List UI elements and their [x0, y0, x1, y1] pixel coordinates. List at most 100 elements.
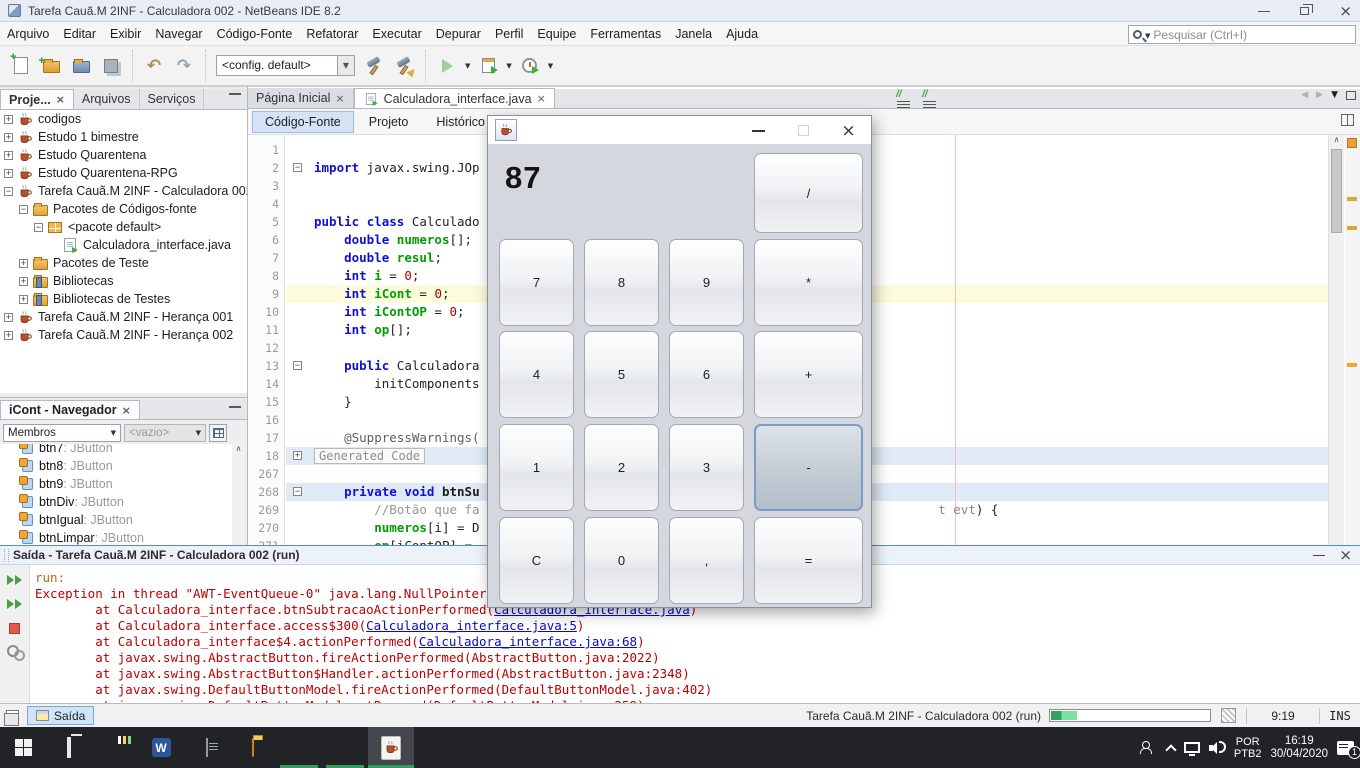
output-line[interactable]: Exception in thread "AWT-EventQueue-0" j… — [35, 586, 509, 602]
menu-ajuda[interactable]: Ajuda — [719, 24, 765, 44]
scroll-up-icon[interactable]: ∧ — [1329, 135, 1344, 147]
tree-item-estudo-quarentena[interactable]: +Estudo Quarentena — [0, 146, 247, 164]
expand-icon[interactable]: + — [4, 331, 13, 340]
menu-arquivo[interactable]: Arquivo — [0, 24, 56, 44]
clock[interactable]: 16:1930/04/2020 — [1270, 735, 1328, 761]
tab-arquivos[interactable]: Arquivos — [74, 89, 140, 109]
stacktrace-link[interactable]: Calculadora_interface.java:5 — [366, 618, 577, 633]
tree-item-calculadora-interface-java[interactable]: Calculadora_interface.java — [0, 236, 247, 254]
view-projeto[interactable]: Projeto — [356, 111, 422, 133]
collapse-icon[interactable]: − — [19, 205, 28, 214]
calc-button-minus[interactable]: - — [754, 424, 863, 511]
taskbar-word-button[interactable]: W — [138, 727, 184, 768]
fold-collapse-icon[interactable]: − — [293, 487, 302, 496]
tree-item-tarefa-cau-m-2inf-heran-a-002[interactable]: +Tarefa Cauã.M 2INF - Herança 002 — [0, 326, 247, 344]
calc-button-equals[interactable]: = — [754, 517, 863, 604]
tab-servi-os[interactable]: Serviços — [140, 89, 205, 109]
menu-equipe[interactable]: Equipe — [530, 24, 583, 44]
tree-item-tarefa-cau-m-2inf-calculadora-002[interactable]: −Tarefa Cauã.M 2INF - Calculadora 002 — [0, 182, 247, 200]
search-box[interactable]: ▼ — [1128, 25, 1356, 44]
output-line[interactable]: at Calculadora_interface$4.actionPerform… — [35, 634, 645, 650]
tray-expand-icon[interactable] — [1165, 744, 1176, 755]
close-icon[interactable]: × — [1339, 548, 1352, 563]
expand-icon[interactable]: + — [4, 115, 13, 124]
menu-c-digo-fonte[interactable]: Código-Fonte — [210, 24, 300, 44]
expand-icon[interactable]: + — [19, 277, 28, 286]
calc-button-plus[interactable]: + — [754, 331, 863, 418]
warning-mark[interactable] — [1347, 363, 1357, 367]
taskbar-firefox-button[interactable] — [276, 727, 322, 768]
navigator-minimize-icon[interactable] — [229, 406, 241, 408]
network-icon[interactable] — [1184, 742, 1200, 753]
error-badge-icon[interactable] — [1347, 138, 1357, 148]
scroll-tabs-left-icon[interactable]: ◀ — [1301, 90, 1308, 100]
search-dropdown-icon[interactable]: ▼ — [1145, 32, 1150, 40]
process-icon[interactable] — [1221, 708, 1236, 723]
run-dropdown-icon[interactable]: ▼ — [465, 62, 470, 70]
taskbar-java-app-button[interactable] — [368, 727, 414, 768]
tab-navigator[interactable]: iCont - Navegador × — [0, 400, 140, 419]
generated-code-fold[interactable]: Generated Code — [314, 448, 425, 464]
calc-button-3[interactable]: 3 — [669, 424, 744, 511]
warning-mark[interactable] — [1347, 226, 1357, 230]
member-item-btndiv[interactable]: btnDiv : JButton — [0, 493, 232, 511]
rerun-button[interactable] — [5, 571, 25, 589]
profile-dropdown-icon[interactable]: ▼ — [548, 62, 553, 70]
minimize-button[interactable] — [736, 116, 781, 145]
expand-icon[interactable]: + — [19, 295, 28, 304]
calc-button-2[interactable]: 2 — [584, 424, 659, 511]
close-icon[interactable]: × — [335, 92, 344, 105]
collapse-icon[interactable]: − — [34, 223, 43, 232]
settings-icon[interactable] — [5, 643, 25, 661]
redo-button[interactable]: ↷ — [170, 52, 198, 80]
close-icon[interactable]: × — [122, 404, 131, 417]
navigator-scrollbar[interactable]: ∧ — [232, 444, 245, 547]
maximize-button[interactable] — [781, 116, 826, 145]
tree-item-bibliotecas[interactable]: +Bibliotecas — [0, 272, 247, 290]
calc-button-multiply[interactable]: * — [754, 239, 863, 326]
calc-button-comma[interactable]: , — [669, 517, 744, 604]
calc-button-7[interactable]: 7 — [499, 239, 574, 326]
undo-button[interactable]: ↶ — [140, 52, 168, 80]
taskbar-start-button[interactable] — [0, 727, 46, 768]
calculator-window[interactable]: × 87 /789*456+123-C0,= — [487, 115, 872, 608]
collapse-icon[interactable]: − — [4, 187, 13, 196]
restore-icon[interactable] — [1300, 7, 1309, 15]
config-dropdown-icon[interactable]: ▼ — [338, 55, 355, 76]
output-line[interactable]: at Calculadora_interface.access$300(Calc… — [35, 618, 584, 634]
taskbar-netbeans-button[interactable] — [322, 727, 368, 768]
close-icon[interactable]: × — [1339, 4, 1352, 19]
member-item-btn9[interactable]: btn9 : JButton — [0, 475, 232, 493]
expand-icon[interactable]: + — [19, 259, 28, 268]
tab-output[interactable]: Saída — [27, 706, 94, 725]
calc-button-6[interactable]: 6 — [669, 331, 744, 418]
config-select[interactable]: <config. default> ▼ — [216, 55, 355, 76]
calc-button-4[interactable]: 4 — [499, 331, 574, 418]
scroll-up-icon[interactable]: ∧ — [232, 444, 245, 453]
taskbar-task-view-button[interactable] — [46, 727, 92, 768]
calculator-titlebar[interactable]: × — [488, 116, 871, 145]
tab-p-gina-inicial[interactable]: Página Inicial× — [248, 88, 354, 108]
minimize-icon[interactable] — [1258, 11, 1270, 12]
tree-item-pacote-default[interactable]: −<pacote default> — [0, 218, 247, 236]
language-indicator[interactable]: PORPTB2 — [1234, 736, 1262, 760]
menu-perfil[interactable]: Perfil — [488, 24, 530, 44]
output-line[interactable]: at javax.swing.AbstractButton$Handler.ac… — [35, 666, 690, 682]
menu-janela[interactable]: Janela — [668, 24, 719, 44]
sort-button[interactable] — [209, 424, 227, 442]
member-item-btn7[interactable]: btn7 : JButton — [0, 444, 232, 457]
calc-button-0[interactable]: 0 — [584, 517, 659, 604]
scroll-tabs-right-icon[interactable]: ▶ — [1316, 90, 1323, 100]
menu-ferramentas[interactable]: Ferramentas — [583, 24, 668, 44]
editor-scrollbar[interactable]: ∧ — [1328, 135, 1344, 546]
menu-refatorar[interactable]: Refatorar — [299, 24, 365, 44]
tree-item-estudo-quarentena-rpg[interactable]: +Estudo Quarentena-RPG — [0, 164, 247, 182]
fold-collapse-icon[interactable]: − — [293, 361, 302, 370]
open-project-button[interactable] — [67, 52, 95, 80]
close-button[interactable]: × — [826, 116, 871, 145]
profile-button[interactable] — [516, 52, 544, 80]
comment-icon[interactable] — [896, 92, 912, 106]
menu-editar[interactable]: Editar — [56, 24, 103, 44]
calc-button-1[interactable]: 1 — [499, 424, 574, 511]
run-button[interactable] — [433, 52, 461, 80]
